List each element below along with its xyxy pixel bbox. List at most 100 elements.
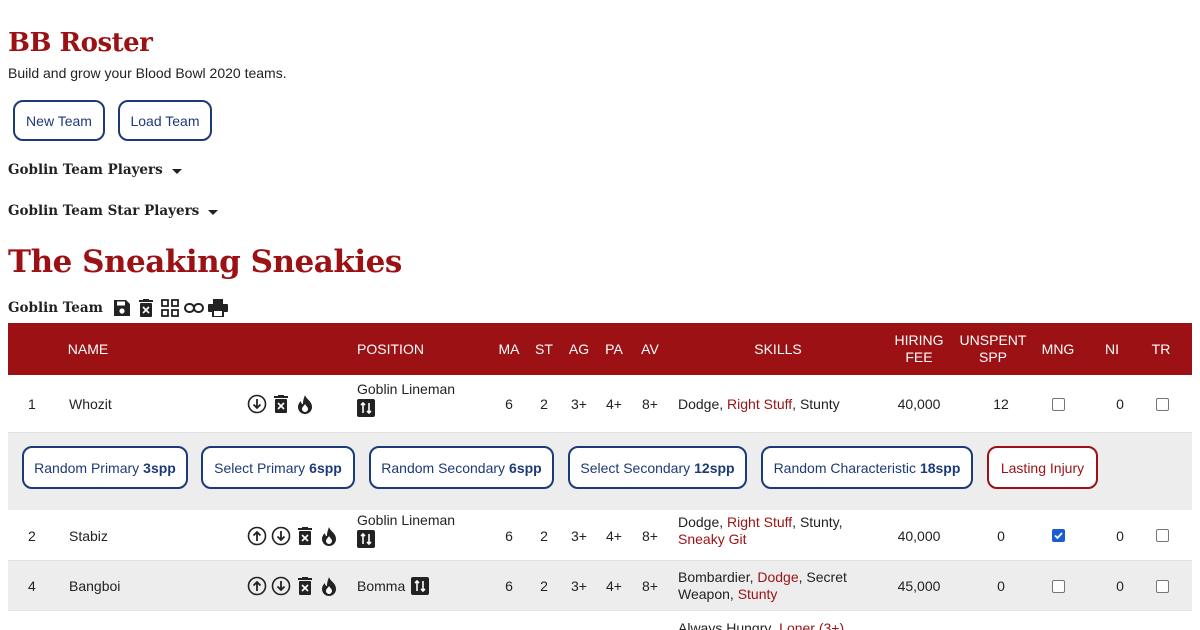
stat-ma: 6 bbox=[505, 578, 513, 594]
lasting-injury-button[interactable]: Lasting Injury bbox=[987, 446, 1098, 489]
skill-link[interactable]: Stunty bbox=[738, 586, 778, 602]
save-icon[interactable] bbox=[111, 297, 133, 319]
stat-pa: 4+ bbox=[606, 578, 622, 594]
header-av: AV bbox=[641, 340, 659, 357]
load-team-button[interactable]: Load Team bbox=[118, 100, 212, 141]
header-skills: SKILLS bbox=[754, 340, 802, 357]
random-characteristic-button[interactable]: Random Characteristic 18spp bbox=[761, 446, 973, 489]
skill-separator: , bbox=[719, 396, 728, 412]
skill-link[interactable]: Loner (3+) bbox=[779, 620, 844, 630]
header-unspent-spp-line2: SPP bbox=[978, 349, 1007, 365]
mng-checkbox-cell bbox=[1038, 561, 1078, 611]
level-up-icon[interactable] bbox=[246, 525, 268, 547]
header-hiring-fee-line1: HIRING bbox=[894, 332, 944, 348]
header-pa: PA bbox=[605, 340, 623, 357]
player-name[interactable]: Bangboi bbox=[69, 561, 120, 611]
skill-link[interactable]: Right Stuff bbox=[727, 514, 792, 530]
tr-checkbox[interactable] bbox=[1155, 397, 1169, 411]
random-primary-button[interactable]: Random Primary 3spp bbox=[22, 446, 188, 489]
fire-icon[interactable] bbox=[318, 525, 340, 547]
team-type: Goblin Team bbox=[8, 300, 103, 316]
skill: Dodge bbox=[678, 396, 720, 412]
app-subtitle: Build and grow your Blood Bowl 2020 team… bbox=[8, 65, 287, 81]
advancement-label: Random Primary bbox=[34, 459, 140, 476]
roster-table: NAME POSITION MA ST AG PA AV SKILLS HIRI… bbox=[8, 323, 1192, 630]
star-players-dropdown[interactable]: Goblin Team Star Players bbox=[8, 203, 219, 219]
stat-ag: 3+ bbox=[571, 578, 587, 594]
player-name[interactable]: Whozit bbox=[69, 375, 112, 433]
team-players-dropdown[interactable]: Goblin Team Players bbox=[8, 162, 182, 178]
fire-icon[interactable] bbox=[294, 393, 316, 415]
advancement-cost: 3spp bbox=[143, 459, 176, 476]
team-toolbar: Goblin Team bbox=[8, 297, 231, 319]
position-info-icon[interactable] bbox=[357, 399, 375, 417]
skill-link[interactable]: Sneaky Git bbox=[678, 531, 746, 547]
skill-separator: , bbox=[729, 586, 738, 602]
link-icon[interactable] bbox=[183, 297, 205, 319]
team-name: The Sneaking Sneakies bbox=[8, 244, 402, 280]
position-info-icon[interactable] bbox=[357, 530, 375, 548]
stat-st: 2 bbox=[540, 396, 548, 412]
mng-checkbox-checked[interactable] bbox=[1051, 529, 1065, 542]
position-label: Goblin Lineman bbox=[357, 512, 456, 528]
player-name[interactable]: Stabiz bbox=[69, 510, 108, 561]
skill-link[interactable]: Dodge bbox=[757, 569, 798, 585]
tr-checkbox[interactable] bbox=[1155, 579, 1169, 593]
delete-icon[interactable] bbox=[270, 393, 292, 415]
skill-separator: , bbox=[771, 620, 780, 630]
advancement-label: Random Secondary bbox=[381, 459, 506, 476]
hiring-fee: 45,000 bbox=[897, 578, 941, 594]
delete-icon[interactable] bbox=[294, 575, 316, 597]
advancement-label: Random Characteristic bbox=[773, 459, 916, 476]
header-ma: MA bbox=[498, 340, 520, 357]
stat-ni: 0 bbox=[1116, 527, 1124, 544]
advancement-cost: 12spp bbox=[694, 459, 735, 476]
level-up-icon[interactable] bbox=[246, 575, 268, 597]
skill-link[interactable]: Right Stuff bbox=[727, 396, 792, 412]
advancement-label: Lasting Injury bbox=[1000, 459, 1085, 476]
random-secondary-button[interactable]: Random Secondary 6spp bbox=[369, 446, 554, 489]
player-position: Goblin Lineman bbox=[357, 381, 455, 417]
player-position: Goblin Lineman bbox=[357, 512, 455, 548]
table-row: Always Hungry, Loner (3+) bbox=[8, 611, 1192, 630]
tr-checkbox-cell bbox=[1148, 561, 1176, 611]
mng-checkbox[interactable] bbox=[1051, 579, 1065, 593]
advancement-label: Select Primary bbox=[214, 459, 306, 476]
player-number: 4 bbox=[28, 578, 36, 594]
delete-icon[interactable] bbox=[294, 525, 316, 547]
unspent-spp: 0 bbox=[997, 578, 1005, 594]
mng-checkbox[interactable] bbox=[1051, 397, 1065, 411]
stat-pa: 4+ bbox=[606, 527, 622, 544]
stat-pa: 4+ bbox=[606, 396, 622, 412]
caret-down-icon bbox=[171, 168, 182, 174]
level-down-icon[interactable] bbox=[246, 393, 268, 415]
stat-st: 2 bbox=[540, 527, 548, 544]
advancement-cost: 6spp bbox=[509, 459, 542, 476]
select-secondary-button[interactable]: Select Secondary 12spp bbox=[568, 446, 747, 489]
print-icon[interactable] bbox=[207, 297, 229, 319]
team-players-dropdown-label: Goblin Team Players bbox=[8, 162, 163, 178]
qr-code-icon[interactable] bbox=[159, 297, 181, 319]
mng-checkbox-cell bbox=[1038, 375, 1078, 433]
skill-separator: , bbox=[792, 396, 800, 412]
select-primary-button[interactable]: Select Primary 6spp bbox=[201, 446, 355, 489]
fire-icon[interactable] bbox=[318, 575, 340, 597]
hiring-fee: 40,000 bbox=[897, 396, 941, 412]
player-skills: Always Hungry, Loner (3+) bbox=[678, 620, 844, 630]
skill-separator: , bbox=[792, 514, 800, 530]
header-ni: NI bbox=[1105, 340, 1119, 357]
level-down-icon[interactable] bbox=[270, 575, 292, 597]
skill: Bombardier bbox=[678, 569, 750, 585]
level-down-icon[interactable] bbox=[270, 525, 292, 547]
player-actions bbox=[246, 561, 342, 611]
stat-ma: 6 bbox=[505, 396, 513, 412]
position-label: Goblin Lineman bbox=[357, 381, 456, 397]
advancement-cost: 18spp bbox=[919, 459, 961, 476]
new-team-button[interactable]: New Team bbox=[13, 100, 105, 141]
table-row: 2 Stabiz Goblin Lineman 6 2 3+ 4+ 8+ Dod… bbox=[8, 510, 1192, 561]
delete-icon[interactable] bbox=[135, 297, 157, 319]
position-info-icon[interactable] bbox=[411, 577, 430, 595]
table-row: 1 Whozit Goblin Lineman 6 2 3+ 4+ 8+ Dod… bbox=[8, 375, 1192, 433]
position-label: Bomma bbox=[357, 578, 406, 594]
tr-checkbox[interactable] bbox=[1155, 529, 1169, 542]
